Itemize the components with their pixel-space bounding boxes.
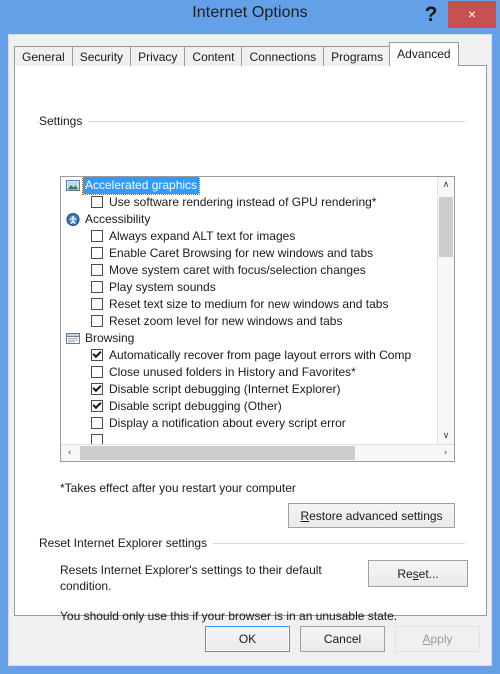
tab-strip: General Security Privacy Content Connect… [14,42,459,66]
cancel-button[interactable]: Cancel [300,626,385,652]
list-item-label: Disable script debugging (Internet Explo… [109,382,341,396]
tab-privacy[interactable]: Privacy [130,46,186,66]
ok-button[interactable]: OK [205,626,290,652]
ok-button-label: OK [238,632,257,646]
apply-accelerator: A [422,632,431,646]
list-item-label: Display a notification about every scrip… [109,416,346,430]
checkbox[interactable] [91,366,103,378]
checkbox[interactable] [91,298,103,310]
scroll-up-icon[interactable]: ∧ [438,177,454,194]
horizontal-scrollbar[interactable]: ‹ › [61,444,454,461]
list-item-label: Enable Caret Browsing for new windows an… [109,246,374,260]
help-icon[interactable]: ? [418,1,444,29]
list-item-label: Automatically recover from page layout e… [109,348,412,362]
list-item-label: Close unused folders in History and Favo… [109,365,356,379]
restart-footnote: *Takes effect after you restart your com… [60,481,296,495]
list-item-label: Browsing [85,331,135,345]
tab-security[interactable]: Security [71,46,132,66]
reset-suffix: et... [418,566,439,581]
apply-button[interactable]: Apply [395,626,480,652]
advanced-tab-panel: Settings Accelerated graphics Use softwa… [14,65,487,623]
reset-group-divider [195,543,465,544]
list-item-label: Move system caret with focus/selection c… [109,263,366,277]
reset-button[interactable]: Reset... [368,560,468,587]
checkbox[interactable] [91,264,103,276]
list-item[interactable]: Automatically recover from page layout e… [61,347,437,364]
advanced-settings-list[interactable]: Accelerated graphics Use software render… [60,176,455,462]
list-item-label: Use software rendering instead of GPU re… [109,195,377,209]
restore-button-label: Restore advanced settings [300,509,442,523]
list-item[interactable]: Use software rendering instead of GPU re… [61,194,437,211]
list-item[interactable]: Disable script debugging (Internet Explo… [61,381,437,398]
checkbox[interactable] [91,417,103,429]
list-item[interactable]: Play system sounds [61,279,437,296]
list-item[interactable]: Display a notification about every scrip… [61,415,437,432]
scroll-down-icon[interactable]: ∨ [438,428,454,445]
list-item-label: Always expand ALT text for images [109,229,296,243]
checkbox[interactable] [91,281,103,293]
reset-group-label: Reset Internet Explorer settings [39,536,214,550]
cancel-button-label: Cancel [323,632,362,646]
vertical-scrollbar-thumb[interactable] [439,197,453,257]
scroll-right-icon[interactable]: › [437,445,454,461]
settings-list-viewport: Accelerated graphics Use software render… [61,177,437,445]
reset-warning: You should only use this if your browser… [60,609,398,623]
list-item[interactable]: Accelerated graphics [61,177,437,195]
restore-accelerator: R [300,508,310,523]
list-item-label: Play system sounds [109,280,216,294]
list-item-label: Accelerated graphics [81,177,201,195]
checkbox[interactable] [91,196,103,208]
close-icon[interactable]: × [448,1,496,28]
list-item-label: Reset zoom level for new windows and tab… [109,314,343,328]
apply-button-label: Apply [422,632,452,646]
checkbox[interactable] [91,400,103,412]
internet-options-window: Internet Options ? × General Security Pr… [0,0,500,674]
restore-suffix: estore advanced settings [309,508,443,523]
list-item-label: Accessibility [85,212,151,226]
tab-general[interactable]: General [14,46,73,66]
vertical-scrollbar[interactable]: ∧ ∨ [437,177,454,445]
list-item[interactable]: Close unused folders in History and Favo… [61,364,437,381]
tab-advanced[interactable]: Advanced [389,42,459,66]
list-item[interactable]: Move system caret with focus/selection c… [61,262,437,279]
list-item[interactable]: Enable Caret Browsing for new windows an… [61,245,437,262]
list-item[interactable]: Always expand ALT text for images [61,228,437,245]
horizontal-scrollbar-thumb[interactable] [80,446,355,460]
reset-button-label: Reset... [397,567,438,581]
list-item[interactable]: Disable script debugging (Other) [61,398,437,415]
dialog-body: General Security Privacy Content Connect… [8,34,492,666]
checkbox[interactable] [91,247,103,259]
list-item-label: Reset text size to medium for new window… [109,297,389,311]
apply-suffix: pply [430,632,453,646]
settings-group-label: Settings [39,114,89,128]
reset-prefix: Re [397,566,413,581]
list-item-label: Disable script debugging (Other) [109,399,282,413]
tab-connections[interactable]: Connections [241,46,325,66]
graphics-icon [66,179,80,192]
accessibility-icon [66,213,80,226]
tab-content[interactable]: Content [184,46,243,66]
list-item[interactable]: Browsing [61,330,437,347]
title-bar: Internet Options ? × [0,0,500,31]
checkbox[interactable] [91,349,103,361]
list-item[interactable]: Accessibility [61,211,437,228]
checkbox[interactable] [91,315,103,327]
restore-advanced-settings-button[interactable]: Restore advanced settings [288,503,455,528]
list-item[interactable]: Reset zoom level for new windows and tab… [61,313,437,330]
checkbox[interactable] [91,230,103,242]
checkbox[interactable] [91,383,103,395]
scroll-left-icon[interactable]: ‹ [61,445,78,461]
tab-programs[interactable]: Programs [323,46,392,66]
browsing-icon [66,332,80,345]
settings-group-divider [37,121,465,122]
list-item[interactable]: Reset text size to medium for new window… [61,296,437,313]
reset-description: Resets Internet Explorer's settings to t… [60,563,322,593]
